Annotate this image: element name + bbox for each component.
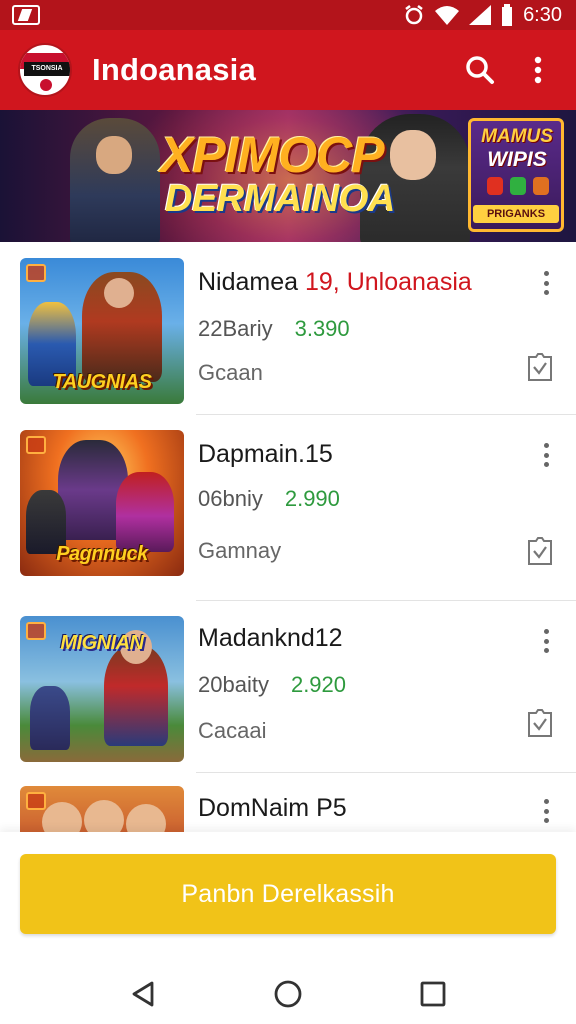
nav-back-button[interactable] <box>119 970 167 1018</box>
search-icon <box>466 56 494 84</box>
list-item[interactable]: TAUGNIAS Nidamea 19, Unloanasia 22Bariy 3… <box>0 242 576 414</box>
more-vert-icon <box>543 443 549 448</box>
item-name: Dapmain.15 <box>198 440 333 468</box>
more-vert-icon <box>543 629 549 634</box>
more-vert-icon <box>534 56 542 84</box>
more-vert-icon <box>543 271 549 276</box>
item-meta: 06bniy 2.990 <box>198 486 340 512</box>
item-meta-text: 20baity <box>198 672 269 697</box>
banner-badge: MAMUS WIPIS PRIGANKS <box>468 118 564 232</box>
item-more-button[interactable] <box>534 796 558 826</box>
list-item[interactable]: MIGNIAN Madanknd12 20baity 2.920 Cacaai <box>0 600 576 772</box>
battery-icon <box>502 4 513 26</box>
item-score: 3.390 <box>294 316 350 341</box>
badge-gems-icon <box>483 177 553 199</box>
item-tag: Gamnay <box>198 538 282 563</box>
thumbnail-badge-icon <box>26 792 46 810</box>
app-logo: TSONSIA <box>18 43 72 97</box>
game-list: TAUGNIAS Nidamea 19, Unloanasia 22Bariy 3… <box>0 242 576 832</box>
item-name: Nidamea 19, Unloanasia <box>198 268 472 296</box>
bottom-action-panel: Panbn Derelkassih <box>0 832 576 964</box>
banner-title-line1: XPIMOCP <box>160 127 385 183</box>
game-thumbnail: MIGNIAN <box>20 616 184 762</box>
item-more-button[interactable] <box>534 626 558 656</box>
item-meta-text: 22Bariy <box>198 316 273 341</box>
thumbnail-badge-icon <box>26 264 46 282</box>
item-name: DomNaim P5 <box>198 794 347 822</box>
wifi-icon <box>435 6 460 25</box>
thumbnail-logo: Pagnnuck <box>56 543 148 565</box>
status-bar: 6:30 <box>0 0 576 30</box>
primary-action-button[interactable]: Panbn Derelkassih <box>20 854 556 934</box>
item-tag: Gcaan <box>198 360 263 385</box>
item-more-button[interactable] <box>534 268 558 298</box>
item-score: 2.990 <box>284 486 340 511</box>
banner-badge-line2: WIPIS <box>487 148 547 171</box>
back-icon <box>132 981 154 1007</box>
thumbnail-badge-icon <box>26 436 46 454</box>
app-title: Indoanasia <box>92 52 256 87</box>
status-time: 6:30 <box>523 3 562 26</box>
list-item[interactable]: Pagnnuck Dapmain.15 06bniy 2.990 Gamnay <box>0 414 576 600</box>
app-bar: TSONSIA Indoanasia <box>0 30 576 110</box>
item-more-button[interactable] <box>534 440 558 470</box>
banner-badge-line3: PRIGANKS <box>473 205 559 223</box>
nav-home-button[interactable] <box>264 970 312 1018</box>
bookmark-check-icon[interactable] <box>526 708 554 738</box>
item-meta-text: 06bniy <box>198 486 263 511</box>
thumbnail-logo: TAUGNIAS <box>52 371 152 393</box>
game-thumbnail: TAUGNIAS <box>20 258 184 404</box>
alarm-icon <box>405 5 423 25</box>
item-meta: 20baity 2.920 <box>198 672 346 698</box>
item-tag: Cacaai <box>198 718 267 743</box>
more-vert-icon <box>543 799 549 804</box>
overflow-menu-button[interactable] <box>516 48 560 92</box>
notification-icon <box>12 5 40 25</box>
list-item[interactable]: DomNaim P5 <box>0 772 576 832</box>
banner-badge-line1: MAMUS <box>481 126 553 147</box>
game-thumbnail: Pagnnuck <box>20 430 184 576</box>
signal-icon <box>469 5 492 25</box>
bookmark-check-icon[interactable] <box>526 352 554 382</box>
item-score: 2.920 <box>290 672 347 697</box>
banner-title-line2: DERMAINOA <box>165 178 395 220</box>
promo-banner[interactable]: XPIMOCP DERMAINOA MAMUS WIPIS PRIGANKS <box>0 110 576 242</box>
system-nav-bar <box>0 964 576 1024</box>
banner-hero-left <box>70 118 160 242</box>
bookmark-check-icon[interactable] <box>526 536 554 566</box>
item-meta: 22Bariy 3.390 <box>198 316 350 342</box>
recents-icon <box>420 981 446 1007</box>
thumbnail-logo: MIGNIAN <box>60 632 144 654</box>
item-name: Madanknd12 <box>198 624 343 652</box>
nav-recents-button[interactable] <box>409 970 457 1018</box>
home-icon <box>274 980 302 1008</box>
search-button[interactable] <box>458 48 502 92</box>
app-logo-text: TSONSIA <box>24 62 70 76</box>
game-thumbnail <box>20 786 184 832</box>
item-name-accent: 19, Unloanasia <box>305 268 472 296</box>
